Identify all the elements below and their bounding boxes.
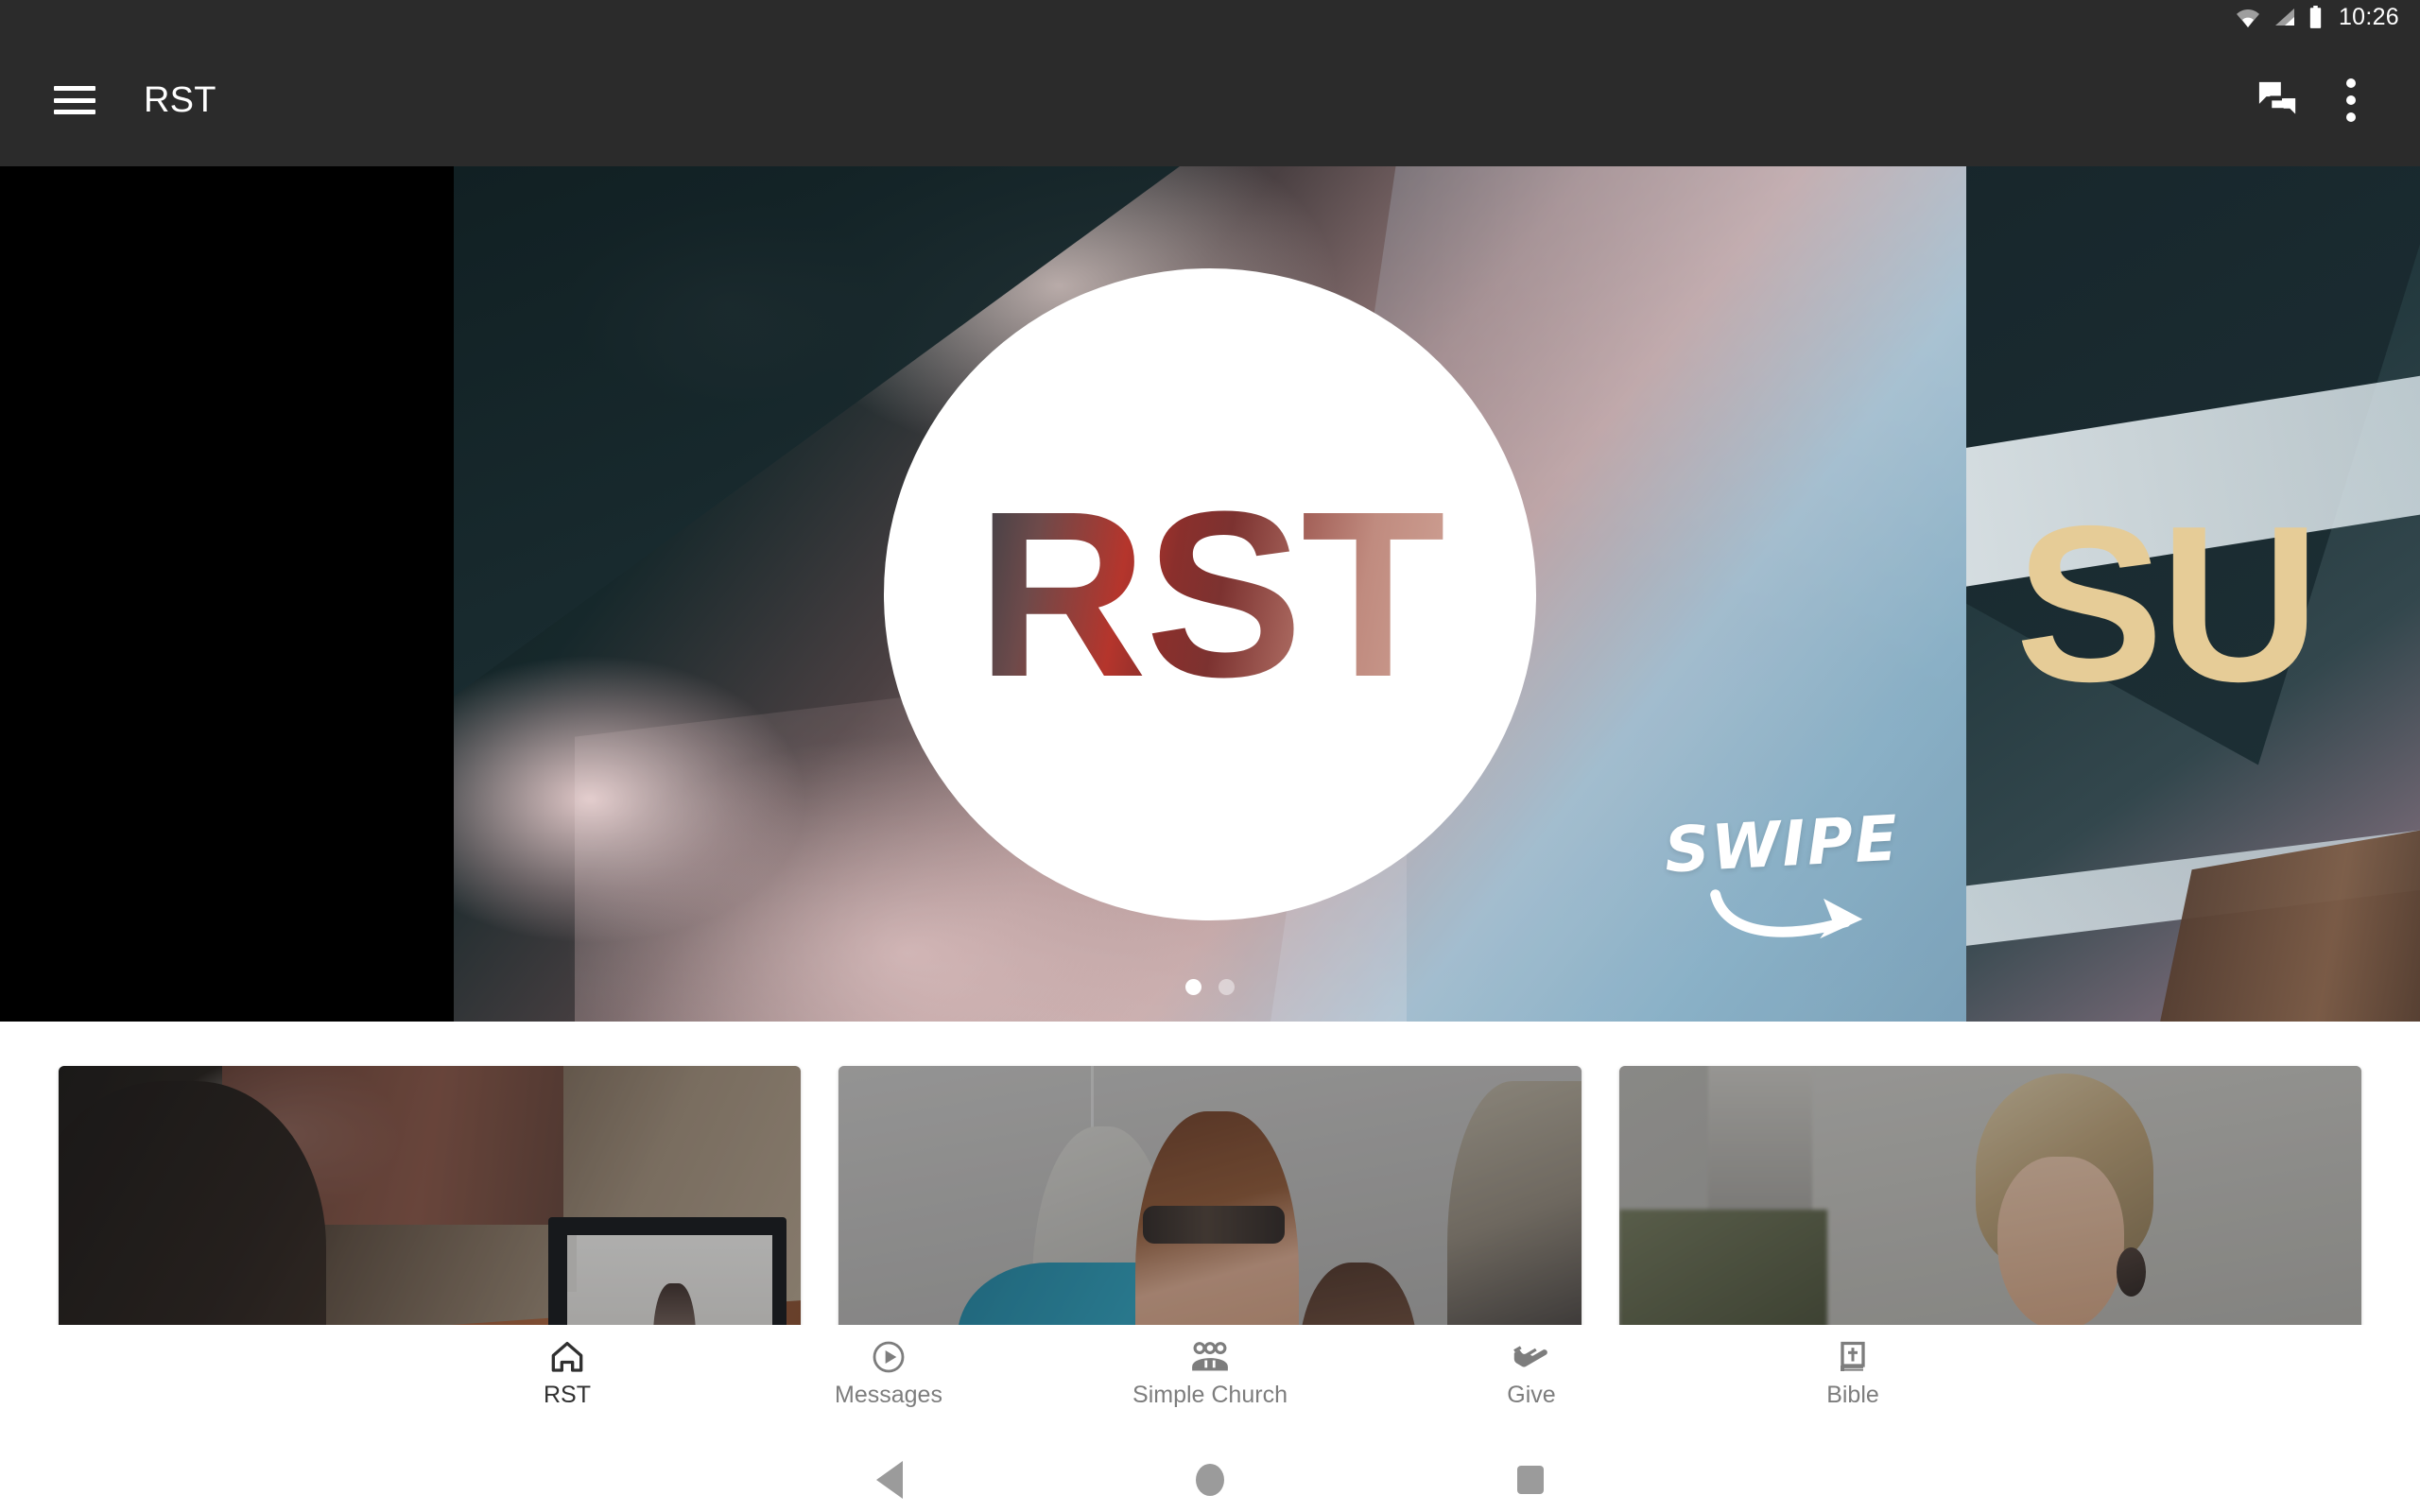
play-circle-icon: [873, 1341, 905, 1373]
recents-square-icon[interactable]: [1517, 1466, 1544, 1494]
rst-logo-badge: RST: [884, 267, 1536, 920]
battery-icon: [2309, 5, 2322, 28]
chat-button[interactable]: [2240, 63, 2314, 137]
carousel-page-indicator[interactable]: [1185, 979, 1235, 995]
tab-give-label: Give: [1507, 1382, 1556, 1408]
people-group-icon: [1192, 1342, 1228, 1371]
app-bar: RST: [0, 34, 2420, 166]
card-watch-live-overlay: [59, 1066, 802, 1325]
app-bar-title: RST: [144, 79, 216, 120]
card-connect[interactable]: CONNECT: [838, 1066, 1582, 1325]
status-bar: 10:26: [0, 0, 2420, 34]
tab-messages[interactable]: Messages: [728, 1338, 1049, 1407]
status-clock: 10:26: [2338, 3, 2399, 30]
hamburger-menu-button[interactable]: [38, 63, 112, 137]
tab-bible-label: Bible: [1826, 1382, 1879, 1408]
android-navigation-bar: [0, 1448, 2420, 1512]
tab-simple-church-label: Simple Church: [1132, 1382, 1288, 1408]
hamburger-menu-icon: [54, 86, 95, 114]
overflow-menu-button[interactable]: [2314, 63, 2388, 137]
card-watch-live[interactable]: WATCH LIVE: [59, 1066, 802, 1325]
chat-bubbles-icon: [2258, 81, 2296, 114]
tab-give[interactable]: Give: [1371, 1338, 1692, 1407]
card-serve-overlay: [1618, 1066, 2361, 1325]
carousel-slide-sunday[interactable]: SU: [1966, 166, 2420, 1022]
swipe-hint: SWIPE: [1652, 801, 1914, 954]
back-triangle-icon[interactable]: [876, 1461, 903, 1499]
carousel-dot-1[interactable]: [1185, 979, 1201, 995]
bottom-tab-bar: RST Messages Simple Church Give Bible: [0, 1325, 2420, 1448]
hero-carousel[interactable]: RST SWIPE SU: [0, 166, 2420, 1022]
more-vertical-icon: [2346, 78, 2356, 122]
card-serve[interactable]: SERVE: [1618, 1066, 2361, 1325]
home-circle-icon[interactable]: [1196, 1464, 1224, 1496]
slide2-partial-title: SU: [2015, 478, 2320, 728]
giving-hand-icon: [1513, 1346, 1547, 1367]
swipe-hint-text: SWIPE: [1662, 801, 1902, 887]
bible-book-icon: [1841, 1341, 1865, 1371]
card-connect-overlay: [838, 1066, 1582, 1325]
home-icon: [551, 1342, 583, 1372]
curved-arrow-right-icon: [1710, 889, 1863, 939]
tab-rst-label: RST: [544, 1382, 591, 1408]
tab-rst[interactable]: RST: [406, 1338, 728, 1407]
tab-simple-church[interactable]: Simple Church: [1049, 1338, 1371, 1407]
carousel-dot-2[interactable]: [1219, 979, 1235, 995]
carousel-slide-rst-logo[interactable]: RST SWIPE: [454, 166, 1966, 1022]
quick-links-row: WATCH LIVE CONNECT: [0, 1022, 2420, 1325]
wifi-icon: [2236, 9, 2259, 27]
tab-messages-label: Messages: [835, 1382, 942, 1408]
app-root: 10:26 RST RST SWIPE SU RST Messages Simp…: [0, 0, 2420, 1512]
status-icons: [2234, 5, 2324, 29]
cellular-signal-icon: [2274, 9, 2294, 26]
tab-bible[interactable]: Bible: [1692, 1338, 2014, 1407]
rst-logo-text: RST: [977, 461, 1445, 726]
